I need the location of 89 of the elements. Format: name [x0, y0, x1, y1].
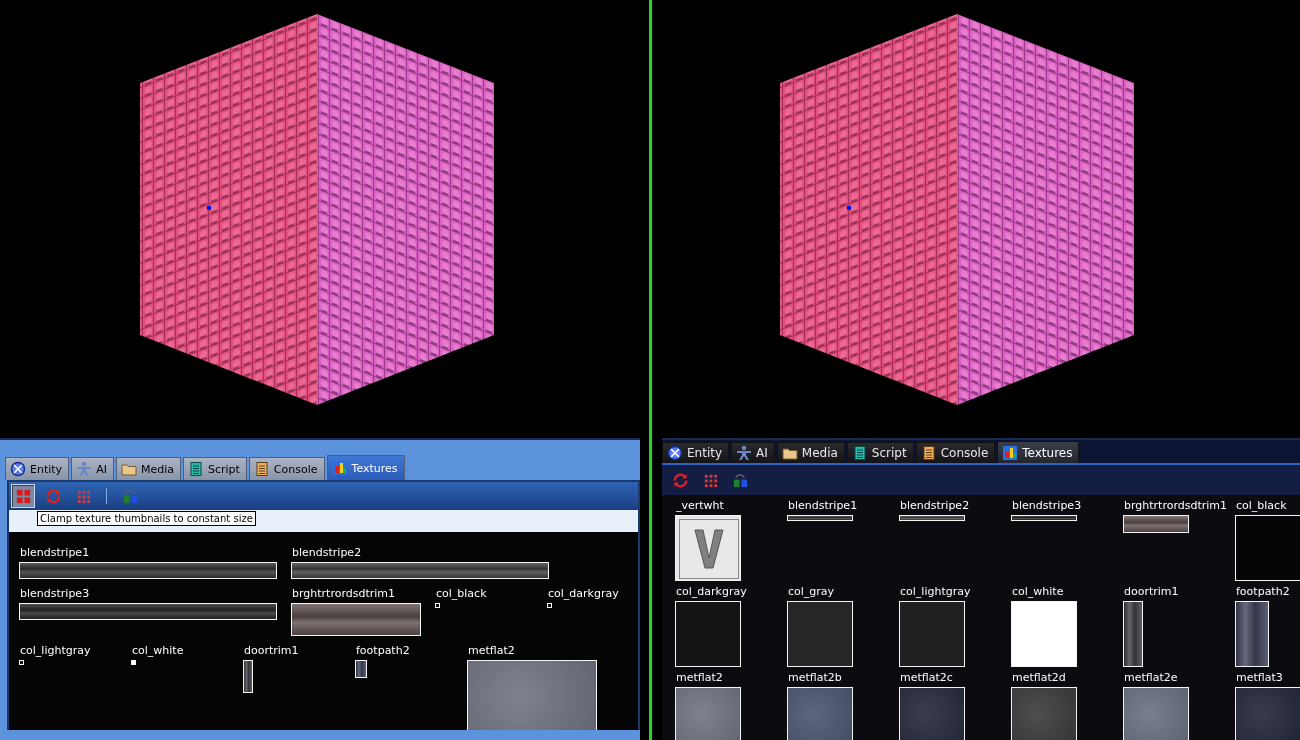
color-squares-icon — [1002, 444, 1019, 461]
refresh-icon — [44, 487, 62, 505]
toolbar-button[interactable] — [11, 484, 35, 508]
tab[interactable]: Script — [846, 442, 914, 463]
texture-name: brghtrtrordsdtrim1 — [291, 587, 396, 601]
tab[interactable]: Entity — [5, 457, 70, 480]
texture-thumbnail[interactable] — [1123, 687, 1189, 740]
texture-thumbnail[interactable] — [675, 515, 741, 581]
texture-name: col_black — [1235, 499, 1287, 513]
crossed-circle-icon — [10, 461, 26, 477]
tab[interactable]: Script — [182, 457, 247, 480]
texture-thumbnail[interactable] — [467, 660, 597, 730]
texture-thumbnail[interactable] — [1123, 515, 1189, 533]
texture-thumbnail[interactable] — [1235, 687, 1300, 740]
tab[interactable]: Textures — [326, 455, 405, 480]
texture-thumbnail[interactable] — [19, 562, 277, 579]
refresh-icon — [671, 471, 689, 489]
texture-thumbnail[interactable] — [675, 687, 741, 740]
texture-name: col_gray — [787, 585, 835, 599]
texture-name: col_black — [435, 587, 487, 601]
texture-name: doortrim1 — [243, 644, 299, 658]
texture-thumbnail[interactable] — [291, 603, 421, 636]
texture-thumbnail[interactable] — [787, 515, 853, 521]
texture-name: blendstripe2 — [899, 499, 970, 513]
tab[interactable]: Textures — [997, 441, 1080, 463]
texture-name: metflat2 — [467, 644, 515, 658]
document-icon — [187, 461, 204, 477]
texture-name: blendstripe3 — [1011, 499, 1082, 513]
texture-name: metflat2e — [1123, 671, 1178, 685]
texture-thumbnail[interactable] — [899, 601, 965, 667]
swap-icon — [731, 471, 749, 489]
texture-name: blendstripe1 — [787, 499, 858, 513]
document-icon — [920, 445, 937, 461]
texture-thumbnail[interactable] — [787, 601, 853, 667]
texture-thumbnail[interactable] — [1011, 687, 1077, 740]
texture-thumbnail[interactable] — [19, 603, 277, 620]
texture-thumbnail[interactable] — [243, 660, 253, 693]
texture-name: blendstripe1 — [19, 546, 90, 560]
texture-thumbnail[interactable] — [1235, 601, 1269, 667]
texture-name: metflat3 — [1235, 671, 1283, 685]
texture-thumbnail[interactable] — [1011, 601, 1077, 667]
folder-icon — [781, 445, 798, 461]
tab[interactable]: Console — [248, 457, 325, 480]
texture-name: col_lightgray — [19, 644, 91, 658]
texture-name: col_white — [131, 644, 184, 658]
texture-name: footpath2 — [1235, 585, 1290, 599]
texture-thumbnail[interactable] — [435, 603, 440, 608]
texture-name: col_lightgray — [899, 585, 971, 599]
texture-name: metflat2c — [899, 671, 953, 685]
swap-icon — [121, 487, 139, 505]
texture-name: blendstripe3 — [19, 587, 90, 601]
texture-thumbnail[interactable] — [547, 603, 552, 608]
texture-thumbnail[interactable] — [899, 515, 965, 521]
texture-thumbnail[interactable] — [19, 660, 24, 665]
texture-name: col_white — [1011, 585, 1064, 599]
figure-icon — [76, 461, 93, 477]
texture-name: _vertwht — [675, 499, 724, 513]
figure-icon — [736, 445, 753, 461]
color-squares-icon — [331, 460, 348, 476]
tooltip: Clamp texture thumbnails to constant size — [37, 511, 256, 526]
document-icon — [851, 445, 868, 461]
texture-name: blendstripe2 — [291, 546, 362, 560]
texture-name: metflat2b — [787, 671, 842, 685]
texture-name: footpath2 — [355, 644, 410, 658]
texture-name: col_darkgray — [675, 585, 747, 599]
texture-thumbnail[interactable] — [1011, 515, 1077, 521]
texture-name: brghtrtrordsdtrim1 — [1123, 499, 1228, 513]
texture-name: doortrim1 — [1123, 585, 1179, 599]
document-icon — [253, 461, 270, 477]
texture-thumbnail[interactable] — [355, 660, 367, 678]
texture-thumbnail[interactable] — [899, 687, 965, 740]
folder-icon — [120, 461, 137, 477]
tab[interactable]: Entity — [662, 442, 730, 463]
texture-name: col_darkgray — [547, 587, 619, 601]
texture-thumbnail[interactable] — [787, 687, 853, 740]
tab[interactable]: Media — [776, 442, 845, 463]
crossed-circle-icon — [667, 445, 683, 461]
texture-thumbnail[interactable] — [675, 601, 741, 667]
tab[interactable]: Console — [915, 442, 996, 463]
texture-thumbnail[interactable] — [131, 660, 136, 665]
tab[interactable]: Media — [115, 457, 181, 480]
tab[interactable]: AI — [731, 442, 775, 463]
texture-name: metflat2 — [675, 671, 723, 685]
texture-name: metflat2d — [1011, 671, 1066, 685]
texture-thumbnail[interactable] — [1123, 601, 1143, 667]
tab[interactable]: AI — [71, 457, 114, 480]
texture-thumbnail[interactable] — [291, 562, 549, 579]
grid-icon — [14, 487, 32, 505]
texture-thumbnail[interactable] — [1235, 515, 1300, 581]
